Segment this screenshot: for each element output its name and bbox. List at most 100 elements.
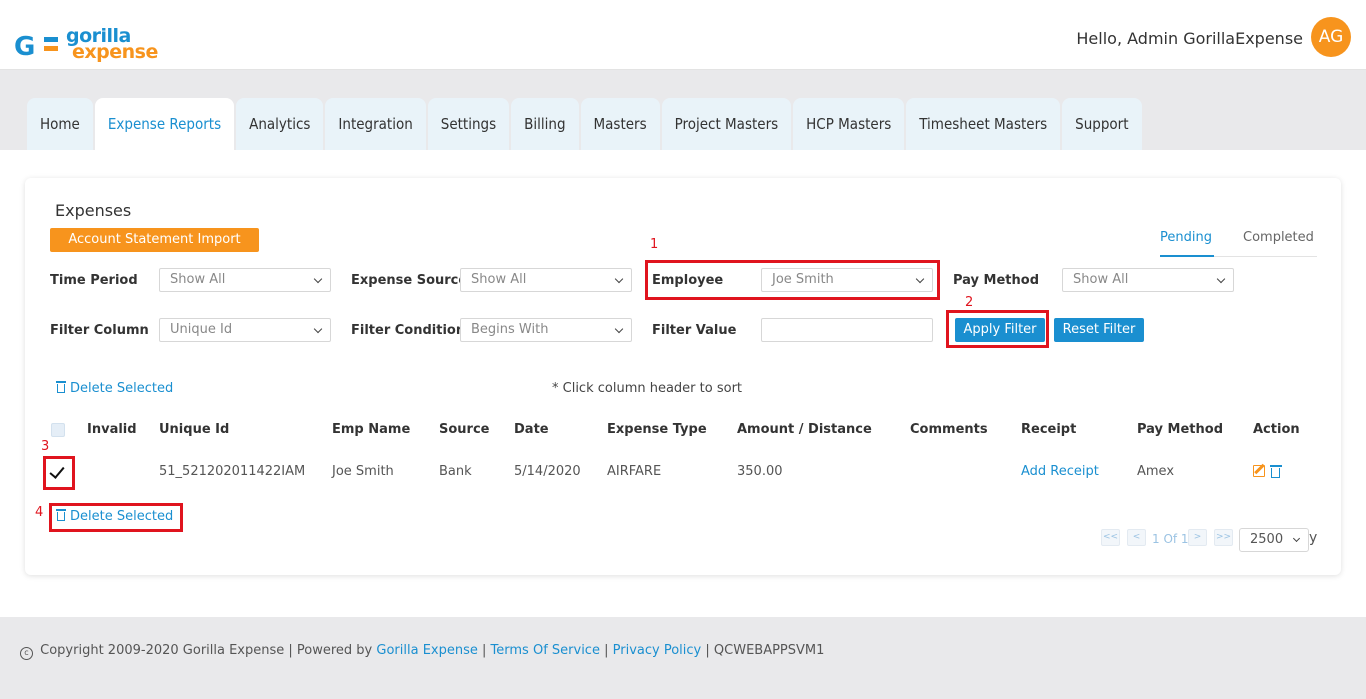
tab-analytics[interactable]: Analytics (236, 98, 324, 150)
expenses-card: Expenses Account Statement Import Pendin… (25, 178, 1341, 575)
logo-mark-icon: G (14, 28, 64, 60)
column-header-invalid[interactable]: Invalid (87, 422, 137, 437)
tab-pending[interactable]: Pending (1160, 230, 1212, 245)
filter-column-value: Unique Id (170, 322, 233, 337)
delete-selected-label: Delete Selected (70, 381, 174, 396)
user-greeting: Hello, Admin GorillaExpense (1076, 29, 1303, 48)
chevron-down-icon (614, 324, 624, 334)
column-header-action: Action (1253, 422, 1300, 437)
chevron-down-icon (1216, 274, 1226, 284)
add-receipt-link[interactable]: Add Receipt (1021, 464, 1099, 479)
annotation-label-2: 2 (965, 295, 974, 310)
page-size-select[interactable]: 2500 (1239, 528, 1309, 552)
page-footer: c Copyright 2009-2020 Gorilla Expense | … (0, 617, 1366, 699)
filter-value-input[interactable] (761, 318, 933, 342)
time-period-select[interactable]: Show All (159, 268, 331, 292)
column-header-source[interactable]: Source (439, 422, 489, 437)
column-header-date[interactable]: Date (514, 422, 549, 437)
pay-method-label: Pay Method (953, 273, 1040, 288)
terms-of-service-link[interactable]: Terms Of Service (491, 643, 600, 658)
column-header-receipt[interactable]: Receipt (1021, 422, 1076, 437)
delete-selected-link-top[interactable]: Delete Selected (56, 381, 173, 396)
server-name: QCWEBAPPSVM1 (713, 643, 825, 658)
annotation-box-row-checkbox (43, 456, 75, 490)
expense-source-select[interactable]: Show All (460, 268, 632, 292)
select-all-checkbox[interactable] (51, 423, 65, 437)
privacy-policy-link[interactable]: Privacy Policy (613, 643, 702, 658)
powered-by-link[interactable]: Gorilla Expense (376, 643, 477, 658)
cell-date: 5/14/2020 (514, 464, 581, 479)
user-avatar[interactable]: AG (1311, 17, 1351, 57)
pay-method-select[interactable]: Show All (1062, 268, 1234, 292)
tab-divider (1214, 256, 1317, 257)
chevron-down-icon (313, 274, 323, 284)
edit-icon[interactable] (1253, 465, 1265, 477)
tab-completed[interactable]: Completed (1243, 230, 1314, 245)
tab-masters[interactable]: Masters (580, 98, 660, 150)
tab-integration[interactable]: Integration (325, 98, 426, 150)
page-size-value: 2500 (1250, 532, 1284, 547)
cell-amount: 350.00 (737, 464, 783, 479)
footer-separator: | (482, 643, 487, 658)
page-indicator: 1 Of 1 (1152, 532, 1189, 546)
annotation-label-4: 4 (35, 505, 44, 520)
last-page-button[interactable]: >> (1214, 529, 1233, 546)
app-header: G gorilla expense Hello, Admin GorillaEx… (0, 0, 1366, 70)
annotation-box-delete-selected (49, 503, 183, 532)
tab-settings[interactable]: Settings (427, 98, 510, 150)
cell-source: Bank (439, 464, 472, 479)
page-size-trailing-text: y (1309, 530, 1318, 546)
delete-row-icon[interactable] (1270, 465, 1282, 478)
chevron-down-icon (1292, 534, 1301, 543)
gorilla-expense-logo[interactable]: G gorilla expense (14, 27, 158, 63)
sort-hint: * Click column header to sort (552, 381, 743, 396)
column-header-unique-id[interactable]: Unique Id (159, 422, 229, 437)
column-header-emp-name[interactable]: Emp Name (332, 422, 410, 437)
expense-source-label: Expense Source (351, 273, 468, 288)
expense-source-value: Show All (471, 272, 527, 287)
column-header-expense-type[interactable]: Expense Type (607, 422, 707, 437)
column-header-comments[interactable]: Comments (910, 422, 988, 437)
first-page-button[interactable]: << (1101, 529, 1120, 546)
reset-filter-button[interactable]: Reset Filter (1054, 318, 1144, 342)
footer-text: c Copyright 2009-2020 Gorilla Expense | … (20, 643, 824, 660)
annotation-box-employee (645, 260, 940, 300)
tab-project-masters[interactable]: Project Masters (661, 98, 792, 150)
footer-copyright: Copyright 2009-2020 Gorilla Expense | Po… (40, 643, 373, 658)
account-statement-import-button[interactable]: Account Statement Import (50, 228, 259, 252)
column-header-pay-method[interactable]: Pay Method (1137, 422, 1223, 437)
filter-column-select[interactable]: Unique Id (159, 318, 331, 342)
page-title: Expenses (55, 201, 132, 220)
chevron-down-icon (614, 274, 624, 284)
chevron-down-icon (313, 324, 323, 334)
main-nav-tabs: Home Expense Reports Analytics Integrati… (27, 98, 1144, 150)
cell-pay-method: Amex (1137, 464, 1175, 479)
active-tab-underline (1160, 255, 1214, 257)
annotation-label-3: 3 (41, 439, 50, 454)
annotation-box-apply-filter (946, 310, 1049, 348)
tab-expense-reports[interactable]: Expense Reports (94, 98, 235, 150)
filter-column-label: Filter Column (50, 323, 149, 338)
tab-timesheet-masters[interactable]: Timesheet Masters (906, 98, 1061, 150)
column-header-amount[interactable]: Amount / Distance (737, 422, 872, 437)
tab-support[interactable]: Support (1062, 98, 1142, 150)
prev-page-button[interactable]: < (1127, 529, 1146, 546)
next-page-button[interactable]: > (1188, 529, 1207, 546)
tab-billing[interactable]: Billing (511, 98, 579, 150)
cell-emp-name: Joe Smith (332, 464, 394, 479)
filter-condition-select[interactable]: Begins With (460, 318, 632, 342)
footer-separator: | (705, 643, 710, 658)
pay-method-value: Show All (1073, 272, 1129, 287)
logo-text-expense: expense (72, 41, 158, 63)
tab-home[interactable]: Home (27, 98, 93, 150)
time-period-value: Show All (170, 272, 226, 287)
filter-condition-label: Filter Condition (351, 323, 466, 338)
cell-expense-type: AIRFARE (607, 464, 662, 479)
cell-unique-id: 51_521202011422IAM (159, 464, 306, 479)
trash-icon (56, 381, 66, 393)
footer-separator: | (604, 643, 609, 658)
time-period-label: Time Period (50, 273, 138, 288)
annotation-label-1: 1 (650, 237, 659, 252)
tab-hcp-masters[interactable]: HCP Masters (793, 98, 905, 150)
filter-value-label: Filter Value (652, 323, 737, 338)
